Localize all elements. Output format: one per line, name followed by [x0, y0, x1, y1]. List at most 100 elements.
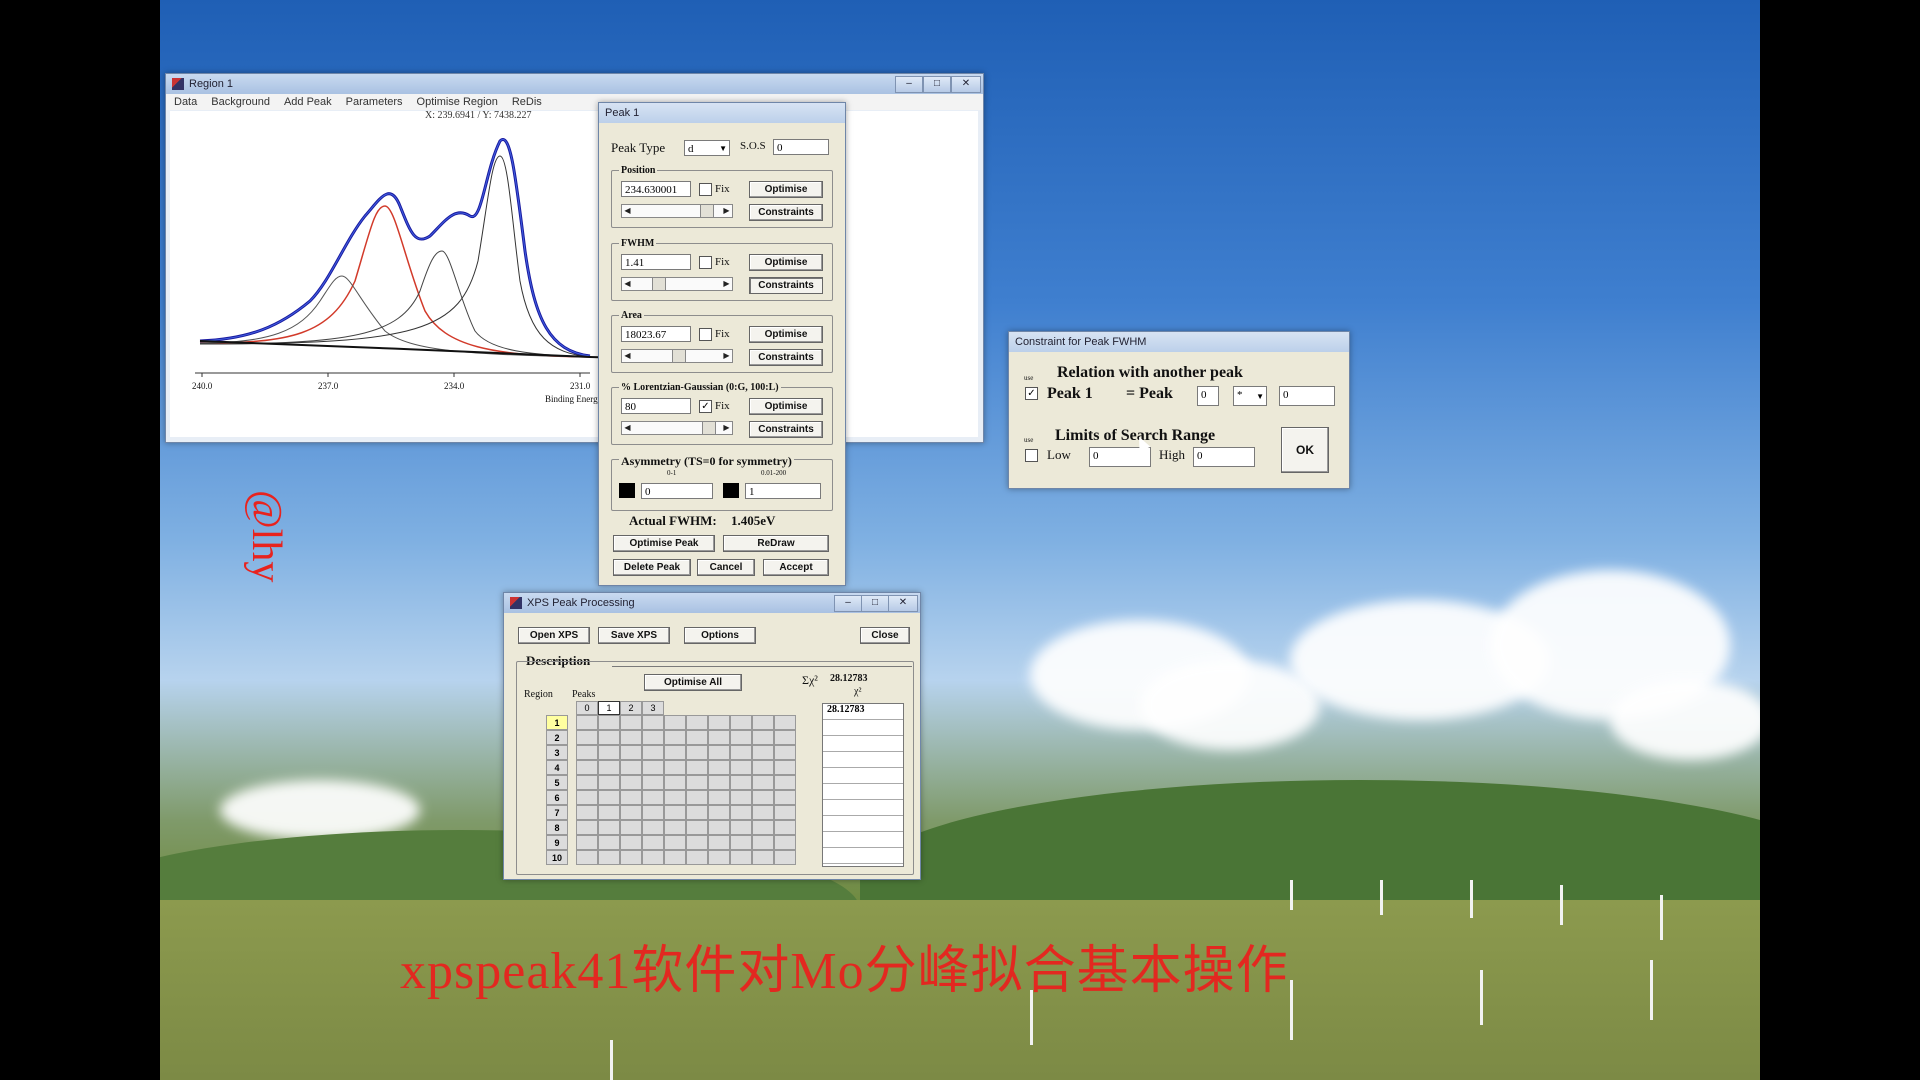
- peak-cell[interactable]: [752, 850, 774, 865]
- peak-cell[interactable]: [708, 790, 730, 805]
- menu-optimise-region[interactable]: Optimise Region: [417, 96, 498, 108]
- menu-redisplay[interactable]: ReDis: [512, 96, 542, 108]
- peak-cell[interactable]: [576, 835, 598, 850]
- peak-col-header[interactable]: 2: [620, 701, 642, 715]
- area-field[interactable]: 18023.67: [621, 326, 691, 342]
- menu-parameters[interactable]: Parameters: [346, 96, 403, 108]
- peak-cell[interactable]: [664, 805, 686, 820]
- peak-cell[interactable]: [598, 730, 620, 745]
- peak-cell[interactable]: [752, 745, 774, 760]
- peak-cell[interactable]: [598, 760, 620, 775]
- fwhm-slider[interactable]: ◀ ▶: [621, 277, 733, 291]
- peak-cell[interactable]: [686, 805, 708, 820]
- position-constraints-button[interactable]: Constraints: [749, 204, 823, 221]
- arrow-left-icon[interactable]: ◀: [622, 422, 633, 434]
- minimize-button[interactable]: –: [895, 76, 923, 93]
- peak-cell[interactable]: [774, 850, 796, 865]
- fwhm-optimise-button[interactable]: Optimise: [749, 254, 823, 271]
- peak-cell[interactable]: [576, 760, 598, 775]
- region-row-header[interactable]: 2: [546, 730, 568, 745]
- arrow-left-icon[interactable]: ◀: [622, 205, 633, 217]
- peak-cell[interactable]: [664, 850, 686, 865]
- peak-cell[interactable]: [642, 760, 664, 775]
- peak-cell[interactable]: [642, 835, 664, 850]
- asymmetry-field-1[interactable]: 0: [641, 483, 713, 499]
- high-field[interactable]: 0: [1193, 447, 1255, 467]
- arrow-right-icon[interactable]: ▶: [721, 422, 732, 434]
- relation-use-checkbox[interactable]: ✓: [1025, 387, 1038, 400]
- peak-cell[interactable]: [686, 730, 708, 745]
- slider-thumb[interactable]: [700, 205, 714, 217]
- maximize-button[interactable]: □: [861, 595, 889, 612]
- peak-cell[interactable]: [576, 745, 598, 760]
- peak-cell[interactable]: [686, 715, 708, 730]
- peak-cell[interactable]: [576, 775, 598, 790]
- peak-cell[interactable]: [730, 745, 752, 760]
- peak-window-titlebar[interactable]: Peak 1: [599, 103, 845, 123]
- menu-data[interactable]: Data: [174, 96, 197, 108]
- peak-cell[interactable]: [620, 715, 642, 730]
- peak-cell[interactable]: [752, 835, 774, 850]
- peak-cell[interactable]: [686, 790, 708, 805]
- limits-use-checkbox[interactable]: [1025, 449, 1038, 462]
- asymmetry-color-swatch[interactable]: [619, 483, 635, 498]
- peak-cell[interactable]: [752, 805, 774, 820]
- peak-cell[interactable]: [620, 790, 642, 805]
- peak-cell[interactable]: [576, 715, 598, 730]
- close-xps-button[interactable]: Close: [860, 627, 910, 644]
- area-constraints-button[interactable]: Constraints: [749, 349, 823, 366]
- peak-cell[interactable]: [708, 775, 730, 790]
- delete-peak-button[interactable]: Delete Peak: [613, 559, 691, 576]
- peak-cell[interactable]: [620, 850, 642, 865]
- peak-cell[interactable]: [708, 820, 730, 835]
- peak-cell[interactable]: [730, 790, 752, 805]
- peak-cell[interactable]: [664, 760, 686, 775]
- peak-cell[interactable]: [642, 775, 664, 790]
- factor-field[interactable]: 0: [1279, 386, 1335, 406]
- area-slider[interactable]: ◀ ▶: [621, 349, 733, 363]
- peak-cell[interactable]: [730, 835, 752, 850]
- asymmetry-field-2[interactable]: 1: [745, 483, 821, 499]
- optimise-all-button[interactable]: Optimise All: [644, 674, 742, 691]
- position-optimise-button[interactable]: Optimise: [749, 181, 823, 198]
- peak-cell[interactable]: [730, 730, 752, 745]
- peak-cell[interactable]: [774, 805, 796, 820]
- region-row-header[interactable]: 3: [546, 745, 568, 760]
- peak-cell[interactable]: [774, 730, 796, 745]
- peak-cell[interactable]: [598, 850, 620, 865]
- peak-cell[interactable]: [774, 715, 796, 730]
- lg-field[interactable]: 80: [621, 398, 691, 414]
- peak-cell[interactable]: [598, 820, 620, 835]
- peak-cell[interactable]: [664, 835, 686, 850]
- peak-cell[interactable]: [752, 715, 774, 730]
- area-optimise-button[interactable]: Optimise: [749, 326, 823, 343]
- region-row-header[interactable]: 6: [546, 790, 568, 805]
- optimise-peak-button[interactable]: Optimise Peak: [613, 535, 715, 552]
- position-fix-checkbox[interactable]: [699, 183, 712, 196]
- peak-cell[interactable]: [730, 760, 752, 775]
- peak-cell[interactable]: [620, 805, 642, 820]
- slider-thumb[interactable]: [652, 278, 666, 290]
- area-fix-checkbox[interactable]: [699, 328, 712, 341]
- peak-cell[interactable]: [664, 790, 686, 805]
- peak-cell[interactable]: [774, 820, 796, 835]
- save-xps-button[interactable]: Save XPS: [598, 627, 670, 644]
- peak-cell[interactable]: [642, 850, 664, 865]
- peak-cell[interactable]: [576, 730, 598, 745]
- peak-cell[interactable]: [752, 820, 774, 835]
- peak-number-field[interactable]: 0: [1197, 386, 1219, 406]
- lg-slider[interactable]: ◀ ▶: [621, 421, 733, 435]
- region-row-header[interactable]: 1: [546, 715, 568, 730]
- peak-cell[interactable]: [576, 790, 598, 805]
- lg-fix-checkbox[interactable]: ✓: [699, 400, 712, 413]
- peak-cell[interactable]: [708, 835, 730, 850]
- peak-cell[interactable]: [730, 715, 752, 730]
- peak-cell[interactable]: [620, 745, 642, 760]
- region-row-header[interactable]: 7: [546, 805, 568, 820]
- peak-cell[interactable]: [774, 775, 796, 790]
- arrow-right-icon[interactable]: ▶: [721, 350, 732, 362]
- arrow-left-icon[interactable]: ◀: [622, 278, 633, 290]
- peak-cell[interactable]: [598, 775, 620, 790]
- peak-cell[interactable]: [686, 745, 708, 760]
- peaks-grid[interactable]: 0 1 2 3 1 2 3 4 5 6 7 8 9 10: [526, 701, 816, 865]
